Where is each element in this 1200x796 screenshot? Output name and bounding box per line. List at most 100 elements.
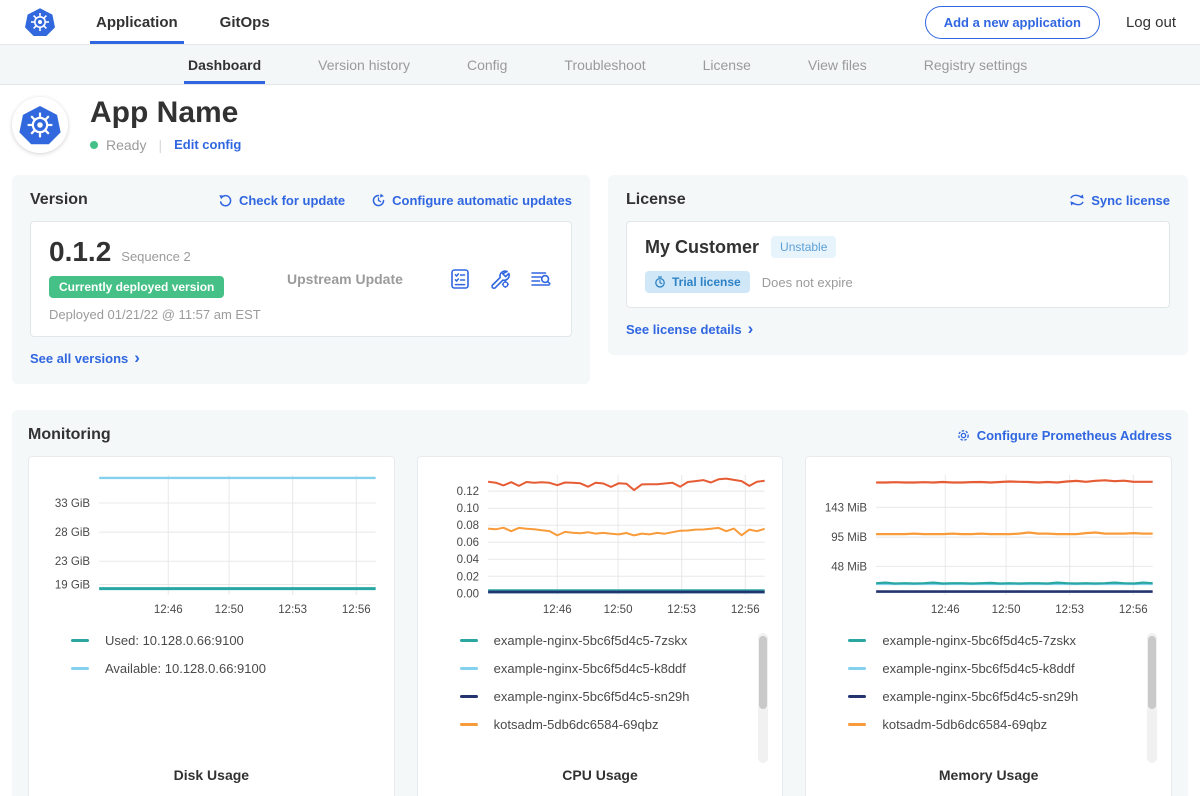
status-text: Ready [106,137,146,153]
log-out-button[interactable]: Log out [1126,14,1176,31]
subnav-tab-version-history[interactable]: Version history [318,45,410,84]
legend-scrollbar-thumb[interactable] [759,636,767,709]
chart-legend-memory-usage: example-nginx-5bc6f5d4c5-7zskx example-ng… [818,633,1159,767]
subnav-tab-config[interactable]: Config [467,45,507,84]
legend-swatch [848,695,866,698]
legend-item: example-nginx-5bc6f5d4c5-k8ddf [460,661,771,676]
chart-title: Disk Usage [41,767,382,789]
subnav-tab-view-files[interactable]: View files [808,45,867,84]
svg-text:12:50: 12:50 [603,604,632,616]
upstream-update-label: Upstream Update [287,271,403,287]
legend-swatch [71,639,89,642]
svg-text:12:56: 12:56 [1119,604,1148,616]
legend-scrollbar[interactable] [1147,633,1157,763]
version-number: 0.1.2 [49,236,111,268]
subnav-tab-registry-settings[interactable]: Registry settings [924,45,1027,84]
sync-license-link[interactable]: Sync license [1069,193,1170,208]
release-notes-icon[interactable] [448,267,472,291]
svg-text:0.12: 0.12 [456,486,478,498]
svg-text:19 GiB: 19 GiB [55,580,91,592]
page: Application GitOps Add a new application … [0,0,1200,796]
edit-config-link[interactable]: Edit config [174,137,241,152]
svg-text:0.02: 0.02 [456,571,478,583]
kubernetes-logo-icon [24,6,56,38]
auto-update-clock-icon [371,193,386,208]
chevron-right-icon: › [748,324,754,334]
app-header: App Name Ready | Edit config [0,85,1200,171]
version-heading: Version [30,191,88,209]
chart-card-memory-usage: 48 MiB95 MiB143 MiB12:4612:5012:5312:56e… [805,456,1172,796]
legend-label: example-nginx-5bc6f5d4c5-sn29h [882,689,1078,704]
chart-card-disk-usage: 19 GiB23 GiB28 GiB33 GiB12:4612:5012:531… [28,456,395,796]
top-navbar: Application GitOps Add a new application … [0,0,1200,45]
status-dot [90,141,98,149]
legend-item: example-nginx-5bc6f5d4c5-7zskx [848,633,1159,648]
chart-plot-cpu-usage: 0.000.020.040.060.080.100.1212:4612:5012… [430,467,771,619]
preflight-wrench-icon[interactable] [488,267,512,291]
legend-swatch [848,667,866,670]
legend-item: Available: 10.128.0.66:9100 [71,661,382,676]
svg-text:48 MiB: 48 MiB [832,561,868,573]
svg-text:12:50: 12:50 [215,604,244,616]
chart-title: CPU Usage [430,767,771,789]
version-sequence: Sequence 2 [121,249,190,264]
legend-label: example-nginx-5bc6f5d4c5-7zskx [494,633,688,648]
legend-label: example-nginx-5bc6f5d4c5-7zskx [882,633,1076,648]
view-logs-icon[interactable] [528,267,553,291]
svg-text:23 GiB: 23 GiB [55,556,91,568]
subnav-tab-troubleshoot[interactable]: Troubleshoot [564,45,645,84]
svg-text:33 GiB: 33 GiB [55,498,91,510]
legend-item: example-nginx-5bc6f5d4c5-sn29h [460,689,771,704]
topnav-tabs: Application GitOps [96,0,312,44]
license-heading: License [626,191,686,209]
channel-badge: Unstable [771,236,836,258]
legend-scrollbar-thumb[interactable] [1148,636,1156,709]
gear-icon [956,428,971,443]
current-version-panel: 0.1.2 Sequence 2 Currently deployed vers… [30,221,572,337]
legend-item: example-nginx-5bc6f5d4c5-sn29h [848,689,1159,704]
svg-text:0.04: 0.04 [456,554,479,566]
legend-scrollbar[interactable] [758,633,768,763]
legend-label: example-nginx-5bc6f5d4c5-sn29h [494,689,690,704]
monitoring-heading: Monitoring [28,426,111,444]
divider: | [154,137,166,153]
configure-prometheus-link[interactable]: Configure Prometheus Address [956,428,1172,443]
chart-plot-disk-usage: 19 GiB23 GiB28 GiB33 GiB12:4612:5012:531… [41,467,382,619]
legend-label: Used: 10.128.0.66:9100 [105,633,244,648]
timer-icon [654,276,666,288]
add-new-application-button[interactable]: Add a new application [925,6,1100,39]
subnav-tab-dashboard[interactable]: Dashboard [188,45,261,84]
legend-swatch [460,639,478,642]
legend-swatch [460,667,478,670]
chevron-right-icon: › [134,353,140,363]
chart-card-cpu-usage: 0.000.020.040.060.080.100.1212:4612:5012… [417,456,784,796]
sync-arrows-icon [1069,193,1085,207]
svg-text:12:56: 12:56 [342,604,371,616]
charts-row: 19 GiB23 GiB28 GiB33 GiB12:4612:5012:531… [28,456,1172,796]
svg-text:0.06: 0.06 [456,537,478,549]
legend-item: kotsadm-5db6dc6584-69qbz [848,717,1159,732]
legend-swatch [71,667,89,670]
legend-label: Available: 10.128.0.66:9100 [105,661,266,676]
subnav-tab-license[interactable]: License [703,45,751,84]
svg-text:12:53: 12:53 [278,604,307,616]
svg-text:0.10: 0.10 [456,503,478,515]
svg-text:0.08: 0.08 [456,520,478,532]
svg-text:12:53: 12:53 [667,604,696,616]
chart-title: Memory Usage [818,767,1159,789]
topnav-right: Add a new application Log out [925,6,1176,39]
configure-automatic-updates-link[interactable]: Configure automatic updates [371,193,572,208]
see-all-versions-link[interactable]: See all versions› [30,351,140,366]
svg-text:12:56: 12:56 [731,604,760,616]
check-for-update-link[interactable]: Check for update [218,193,345,208]
topnav-tab-application[interactable]: Application [96,0,178,44]
monitoring-card: Monitoring Configure Prometheus Address … [12,410,1188,796]
deployed-timestamp: Deployed 01/21/22 @ 11:57 am EST [49,307,261,322]
topnav-tab-gitops[interactable]: GitOps [220,0,270,44]
legend-item: example-nginx-5bc6f5d4c5-k8ddf [848,661,1159,676]
legend-swatch [460,723,478,726]
svg-text:12:46: 12:46 [931,604,960,616]
svg-text:12:46: 12:46 [543,604,572,616]
svg-text:12:46: 12:46 [154,604,183,616]
see-license-details-link[interactable]: See license details› [626,322,753,337]
